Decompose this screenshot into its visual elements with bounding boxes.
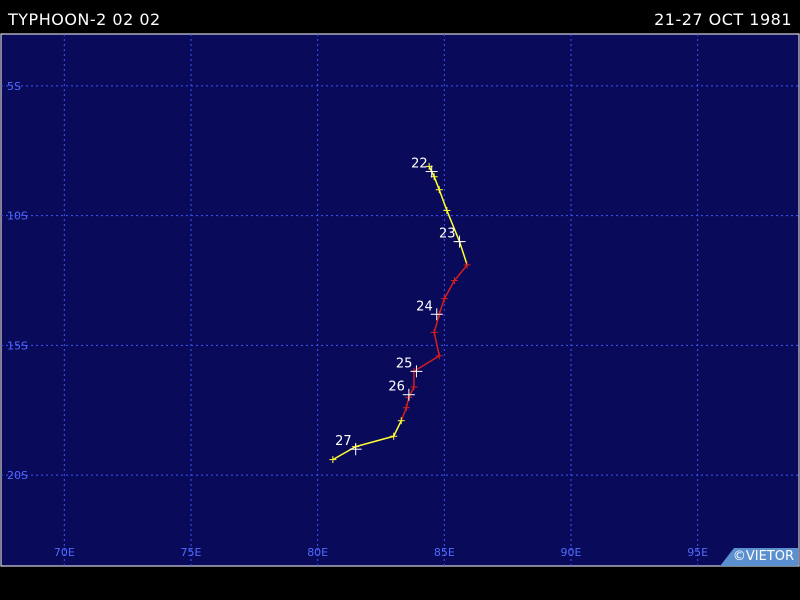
lon-tick-label: 95E: [687, 546, 708, 559]
day-label: 24: [416, 299, 433, 314]
storm-name-title: TYPHOON-2 02 02: [8, 10, 161, 29]
credit-label: ©VIETOR: [732, 549, 794, 564]
day-label: 22: [411, 157, 428, 172]
track-map-screen: 70E 75E 80E 85E 90E 95E 5S 10S 15S 20S 22 23 24 25 26…: [0, 0, 800, 600]
lon-tick-label: 85E: [434, 546, 455, 559]
lat-tick-label: 15S: [7, 339, 28, 352]
track-map: 70E 75E 80E 85E 90E 95E 5S 10S 15S 20S 22 23 24 25 26…: [0, 33, 800, 567]
date-range-title: 21-27 OCT 1981: [654, 10, 792, 29]
lon-tick-label: 80E: [307, 546, 328, 559]
day-label: 23: [439, 227, 456, 242]
lon-tick-label: 70E: [54, 546, 75, 559]
day-label: 27: [335, 434, 352, 449]
credit-label-wrap: ©VIETOR: [720, 548, 798, 566]
lat-tick-label: 10S: [7, 210, 28, 223]
lon-tick-label: 75E: [181, 546, 202, 559]
lat-tick-label: 5S: [7, 80, 21, 93]
day-label: 26: [388, 380, 405, 395]
lat-tick-label: 20S: [7, 469, 28, 482]
day-label: 25: [396, 356, 413, 371]
lon-tick-label: 90E: [561, 546, 582, 559]
map-background: [0, 33, 800, 567]
